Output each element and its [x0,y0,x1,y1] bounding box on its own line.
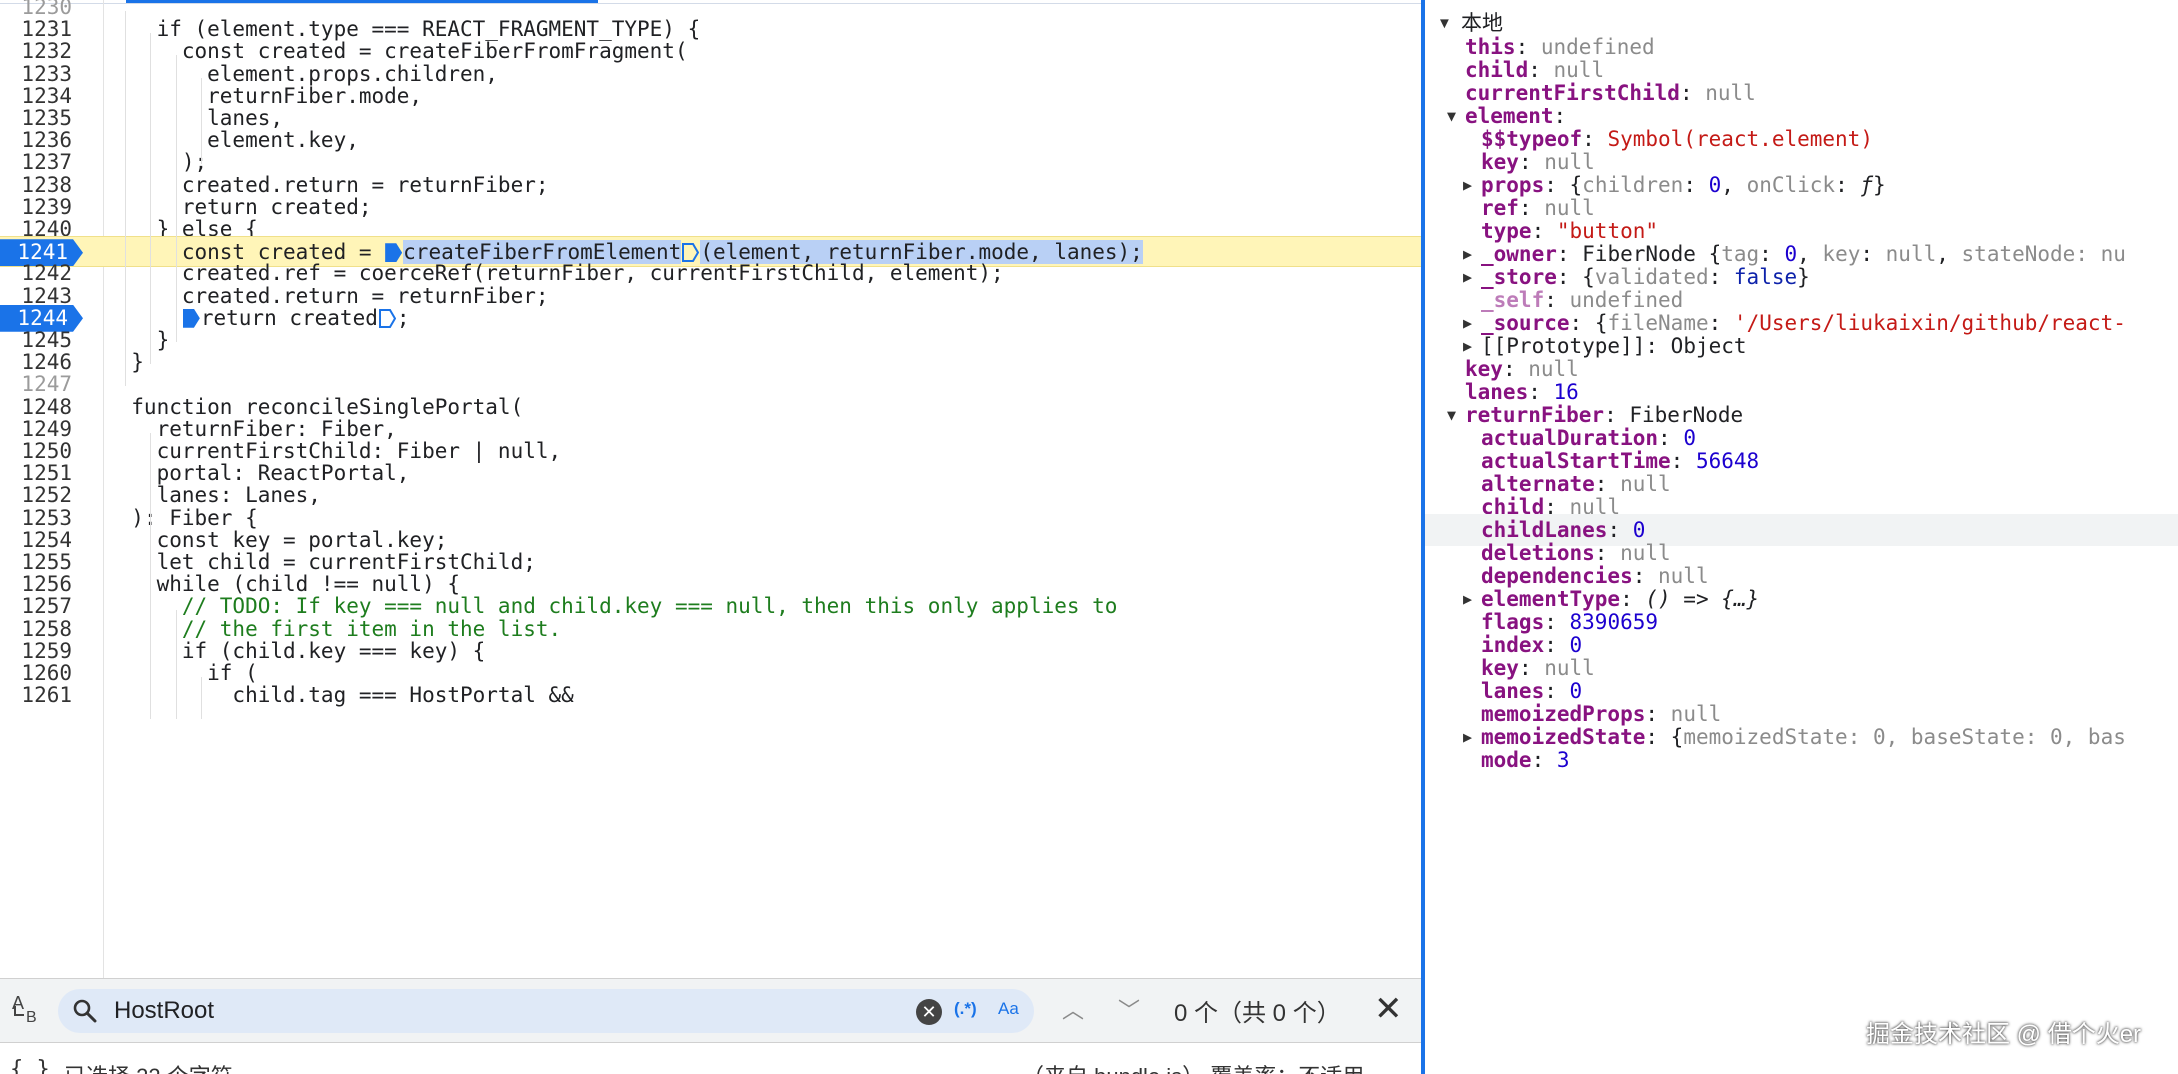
pretty-print-button[interactable]: { } [10,1057,50,1074]
scope-variable-row[interactable]: mode: 3 [1425,744,2178,776]
selection-info: 已选择 22 个字符 [64,1059,233,1074]
indent-guide [200,77,202,165]
watermark: 掘金技术社区 @ 借个火er [1866,1021,2142,1048]
indent-guide [150,432,152,720]
indent-guide [175,610,177,720]
regex-toggle-button[interactable]: (.*) [954,999,977,1019]
source-coverage-info[interactable]: （来自 bundle.js） 覆盖率：不适用 [1022,1059,1364,1074]
inline-breakpoint-marker-icon[interactable] [378,306,397,328]
search-input[interactable] [114,996,914,1026]
indent-guide [150,33,152,364]
search-bar: A B ✕ (.*) Aa ︿ ﹀ 0 个（共 0 个） ✕ [0,978,1421,1042]
inline-breakpoint-marker-icon[interactable] [682,240,700,263]
match-case-button[interactable]: Aa [998,999,1019,1019]
code-line: 1261 child.tag === HostPortal && [0,680,1421,711]
source-editor[interactable]: 1230 1231 if (element.type === REACT_FRAG… [0,0,1421,978]
replace-toggle-icon[interactable]: A B [10,993,44,1029]
indent-guide [125,11,127,387]
previous-match-button[interactable]: ︿ [1062,993,1084,1025]
indent-guide [175,55,177,342]
status-bar: { } 已选择 22 个字符 （来自 bundle.js） 覆盖率：不适用 [0,1042,1421,1074]
next-match-button[interactable]: ﹀ [1118,993,1140,1025]
line-number[interactable]: 1261 [0,680,72,711]
variable-value: 3 [1556,748,1570,772]
search-icon [73,999,97,1023]
clear-search-button[interactable]: ✕ [916,999,942,1025]
search-field[interactable]: ✕ (.*) Aa [58,989,1034,1033]
match-count: 0 个（共 0 个） [1174,1000,1341,1027]
close-search-button[interactable]: ✕ [1374,989,1403,1029]
scope-pane: ▼ 本地 this: undefined child: null currentFirs… [1425,0,2178,1074]
variable-name: mode [1481,748,1532,772]
indent-guide [200,677,202,720]
